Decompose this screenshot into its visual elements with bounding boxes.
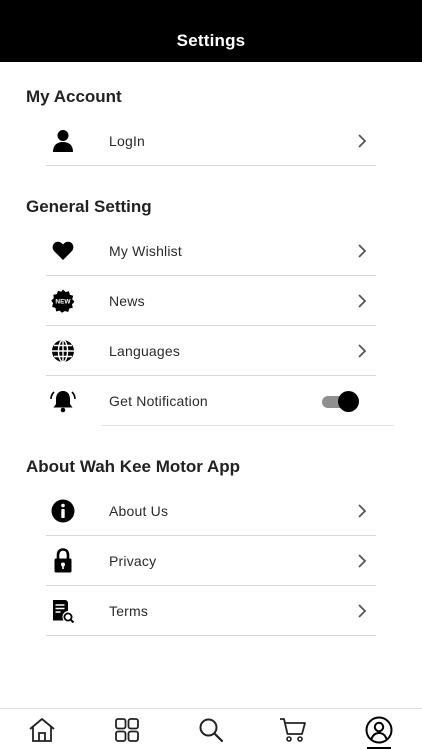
terms-row[interactable]: Terms xyxy=(46,586,376,636)
notification-label: Get Notification xyxy=(109,393,208,409)
section-title-my-account: My Account xyxy=(26,87,122,106)
section-title-about: About Wah Kee Motor App xyxy=(26,457,241,476)
page-title: Settings xyxy=(176,31,246,50)
news-label: News xyxy=(109,292,145,309)
news-badge-icon: NEW xyxy=(50,288,76,314)
notification-row: Get Notification xyxy=(46,376,376,426)
categories-icon[interactable] xyxy=(112,715,142,745)
home-icon[interactable] xyxy=(27,715,57,745)
active-tab-indicator xyxy=(367,747,391,749)
about-us-row[interactable]: About Us xyxy=(46,486,376,536)
profile-icon[interactable] xyxy=(364,715,394,745)
news-badge-text: NEW xyxy=(55,298,71,305)
top-bar: Settings xyxy=(0,0,422,62)
chevron-right-icon xyxy=(358,293,367,308)
globe-icon xyxy=(50,338,76,364)
search-icon[interactable] xyxy=(196,715,226,745)
terms-label: Terms xyxy=(109,602,149,619)
document-search-icon xyxy=(50,598,76,624)
divider xyxy=(101,425,394,426)
wishlist-row[interactable]: My Wishlist xyxy=(46,226,376,276)
chevron-right-icon xyxy=(358,503,367,518)
login-label: LogIn xyxy=(109,132,146,149)
cart-icon[interactable] xyxy=(278,715,308,745)
user-icon xyxy=(50,128,76,154)
chevron-right-icon xyxy=(358,243,367,258)
wishlist-label: My Wishlist xyxy=(109,242,182,259)
privacy-row[interactable]: Privacy xyxy=(46,536,376,586)
bottom-tab-bar xyxy=(0,708,422,750)
info-icon xyxy=(50,498,76,524)
toggle-knob xyxy=(338,391,359,412)
about-us-label: About Us xyxy=(109,502,169,519)
heart-icon xyxy=(50,238,76,264)
login-row[interactable]: LogIn xyxy=(46,116,376,166)
chevron-right-icon xyxy=(358,133,367,148)
chevron-right-icon xyxy=(358,603,367,618)
privacy-label: Privacy xyxy=(109,552,157,569)
languages-row[interactable]: Languages xyxy=(46,326,376,376)
bell-icon xyxy=(50,388,76,414)
news-row[interactable]: NEW News xyxy=(46,276,376,326)
section-title-general-setting: General Setting xyxy=(26,197,152,216)
chevron-right-icon xyxy=(358,343,367,358)
notification-toggle[interactable] xyxy=(322,390,360,412)
lock-icon xyxy=(50,547,76,574)
languages-label: Languages xyxy=(109,342,181,359)
chevron-right-icon xyxy=(358,553,367,568)
